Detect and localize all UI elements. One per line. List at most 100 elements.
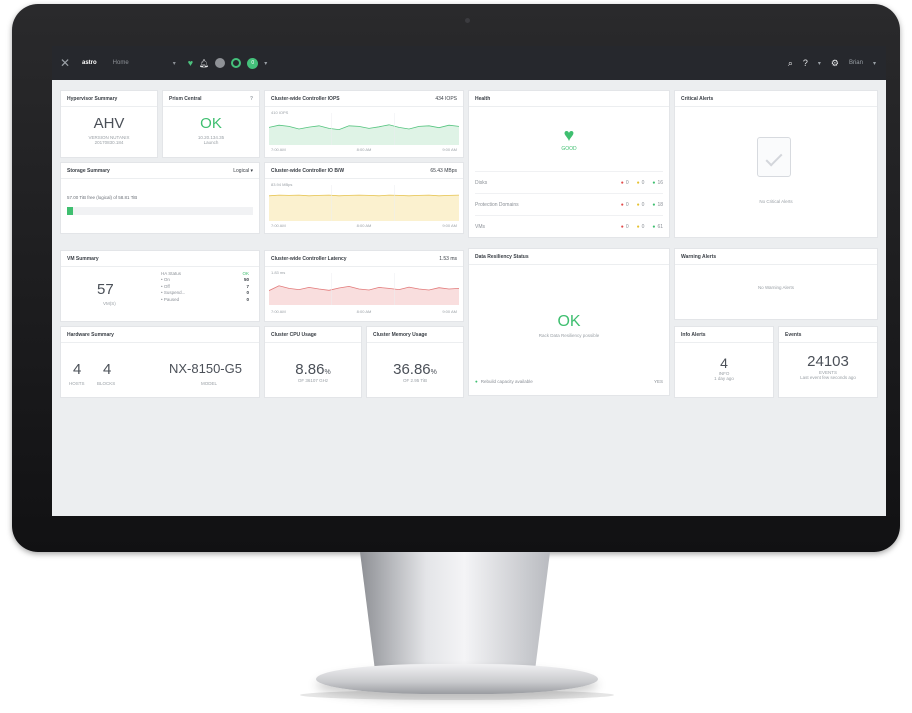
storage-usage-bar [67,207,253,215]
health-row-protection-domains[interactable]: Protection Domains ● 0 ● 0 ● 18 [475,193,663,215]
iobw-x-ticks: 7:00 AM 8:00 AM 9:00 AM [271,223,457,228]
iops-value: 434 IOPS [435,95,457,102]
percent-unit: % [430,369,437,376]
help-icon[interactable]: ? [250,96,253,102]
critical-alerts-card[interactable]: Critical Alerts No Critical Alerts [674,90,878,238]
vm-summary-card[interactable]: VM Summary 57 VM(S) HA Status OK • On 50 •… [60,250,260,322]
iobw-area [269,195,459,221]
search-icon[interactable]: ⌕ [788,58,793,69]
health-row-vms[interactable]: VMs ● 0 ● 0 ● 61 [475,215,663,237]
gear-icon[interactable]: ⚙ [831,58,839,69]
latency-sparkline [269,273,459,305]
card-title: Prism Central [169,95,202,102]
card-title: Warning Alerts [681,253,717,260]
latency-card[interactable]: Cluster-wide Controller Latency 1.53 ms 1… [264,250,464,322]
chevron-down-icon[interactable]: ▾ [264,60,267,67]
info-alerts-card[interactable]: Info Alerts 4 INFO 1 day ago [674,326,774,398]
health-row-label: VMs [475,223,485,230]
ring-status-icon[interactable] [231,58,242,68]
events-card[interactable]: Events 24103 EVENTS Last event few secon… [778,326,878,398]
tick-label: 9:00 AM [442,309,457,314]
hardware-summary-card[interactable]: Hardware Summary 4 HOSTS 4 BLOCKS NX-815… [60,326,260,398]
percent-unit: % [324,369,331,376]
chevron-down-icon[interactable]: ▾ [173,60,176,67]
events-count: 24103 [807,353,849,370]
chevron-down-icon[interactable]: ▾ [818,60,821,67]
monitor-stand-neck [360,552,550,672]
heart-pulse-icon: ♥ [563,125,575,145]
storage-mode-value: Logical [233,167,250,174]
storage-summary-card[interactable]: Storage Summary Logical ▾ 57.00 TiB free … [60,162,260,234]
health-row-disks[interactable]: Disks ● 0 ● 0 ● 16 [475,171,663,193]
hosts-count: 4 [73,361,82,378]
monitor-stand-base [316,664,598,694]
storage-usage-fill [67,207,73,215]
vm-count-label: VM(S) [103,301,116,306]
status-icons: ♥ 🔔︎ 0 ▾ [188,57,267,69]
vm-state-label: On [163,277,170,283]
chevron-down-icon[interactable]: ▾ [873,60,876,67]
hypervisor-version: 20170830.184 [94,140,124,145]
help-icon[interactable]: ? [803,58,808,68]
card-title: Cluster-wide Controller Latency [271,255,347,262]
good-count: 18 [657,201,663,208]
cpu-usage-card[interactable]: Cluster CPU Usage 8.86% OF 36107 GHz [264,326,362,398]
rebuild-capacity-value: YES [653,379,663,384]
cluster-name[interactable]: astro [82,60,97,66]
tick-label: 7:00 AM [271,147,286,152]
critical-count: 0 [625,179,629,186]
memory-usage-card[interactable]: Cluster Memory Usage 36.86% OF 2.95 TiB [366,326,464,398]
card-title: Info Alerts [681,331,706,338]
monitor-scene: ✕ astro Home ▾ ♥ 🔔︎ 0 ▾ ⌕ ? ▾ ⚙ Brian ▾ … [0,0,912,713]
user-menu[interactable]: Brian [849,60,863,66]
close-x-icon[interactable]: ✕ [52,56,78,70]
vm-count: 57 [97,281,114,298]
events-time: Last event few seconds ago [800,375,856,380]
document-check-icon [757,137,791,177]
warning-alerts-card[interactable]: Warning Alerts No Warning Alerts [674,248,878,320]
alert-count-badge[interactable]: 0 [247,57,259,69]
launch-link[interactable]: Launch [163,140,259,145]
camera-dot [465,18,470,23]
tick-label: 8:00 AM [356,147,372,152]
blocks-label: BLOCKS [97,381,116,386]
bell-icon[interactable]: 🔔︎ [199,59,209,68]
io-bandwidth-card[interactable]: Cluster-wide Controller IO B/W 65.43 MBps… [264,162,464,234]
iops-area [269,124,459,145]
card-title: Cluster CPU Usage [271,331,317,338]
warning-count: 0 [641,201,645,208]
prism-central-card[interactable]: Prism Central? OK 10.20.134.35 Launch [162,90,260,158]
tick-label: 9:00 AM [442,223,457,228]
critical-count: 0 [625,223,629,230]
latency-value: 1.53 ms [439,255,457,262]
storage-mode-dropdown[interactable]: Logical ▾ [233,168,253,174]
info-alerts-count: 4 [720,355,728,371]
data-resiliency-card[interactable]: Data Resiliency Status OK Rack Data Resi… [468,248,670,396]
card-title: Hypervisor Summary [67,95,118,102]
health-card[interactable]: Health ♥ GOOD Disks ● 0 ● 0 ● 16 Protection… [468,90,670,238]
card-title: Health [475,95,491,102]
card-title: Events [785,331,802,338]
blocks-count: 4 [103,361,112,378]
card-title: Critical Alerts [681,95,714,102]
no-critical-alerts-text: No Critical Alerts [759,199,793,204]
tick-label: 7:00 AM [271,223,286,228]
critical-count: 0 [625,201,629,208]
hardware-model: NX-8150-G5 [169,361,242,376]
hypervisor-summary-card[interactable]: Hypervisor Summary AHV VERSION NUTANIX 2… [60,90,158,158]
warning-count: 0 [641,179,645,186]
vm-state-value: 0 [246,296,249,302]
tick-label: 7:00 AM [271,309,286,314]
tick-label: 8:00 AM [356,309,372,314]
vm-state-label: Off [163,283,170,289]
good-count: 16 [657,179,663,186]
no-warning-alerts-text: No Warning Alerts [757,285,795,290]
iops-card[interactable]: Cluster-wide Controller IOPS 434 IOPS 410… [264,90,464,158]
memory-percent: 36.86 [393,361,431,378]
card-title: Storage Summary [67,167,110,174]
rebuild-capacity-label: Rebuild capacity available [480,379,533,384]
breadcrumb-home[interactable]: Home [113,60,129,66]
grey-status-icon[interactable] [215,58,226,68]
storage-usage-text: 57.00 TiB free (logical) of 58.81 TiB [67,195,138,200]
heart-icon[interactable]: ♥ [188,58,193,68]
